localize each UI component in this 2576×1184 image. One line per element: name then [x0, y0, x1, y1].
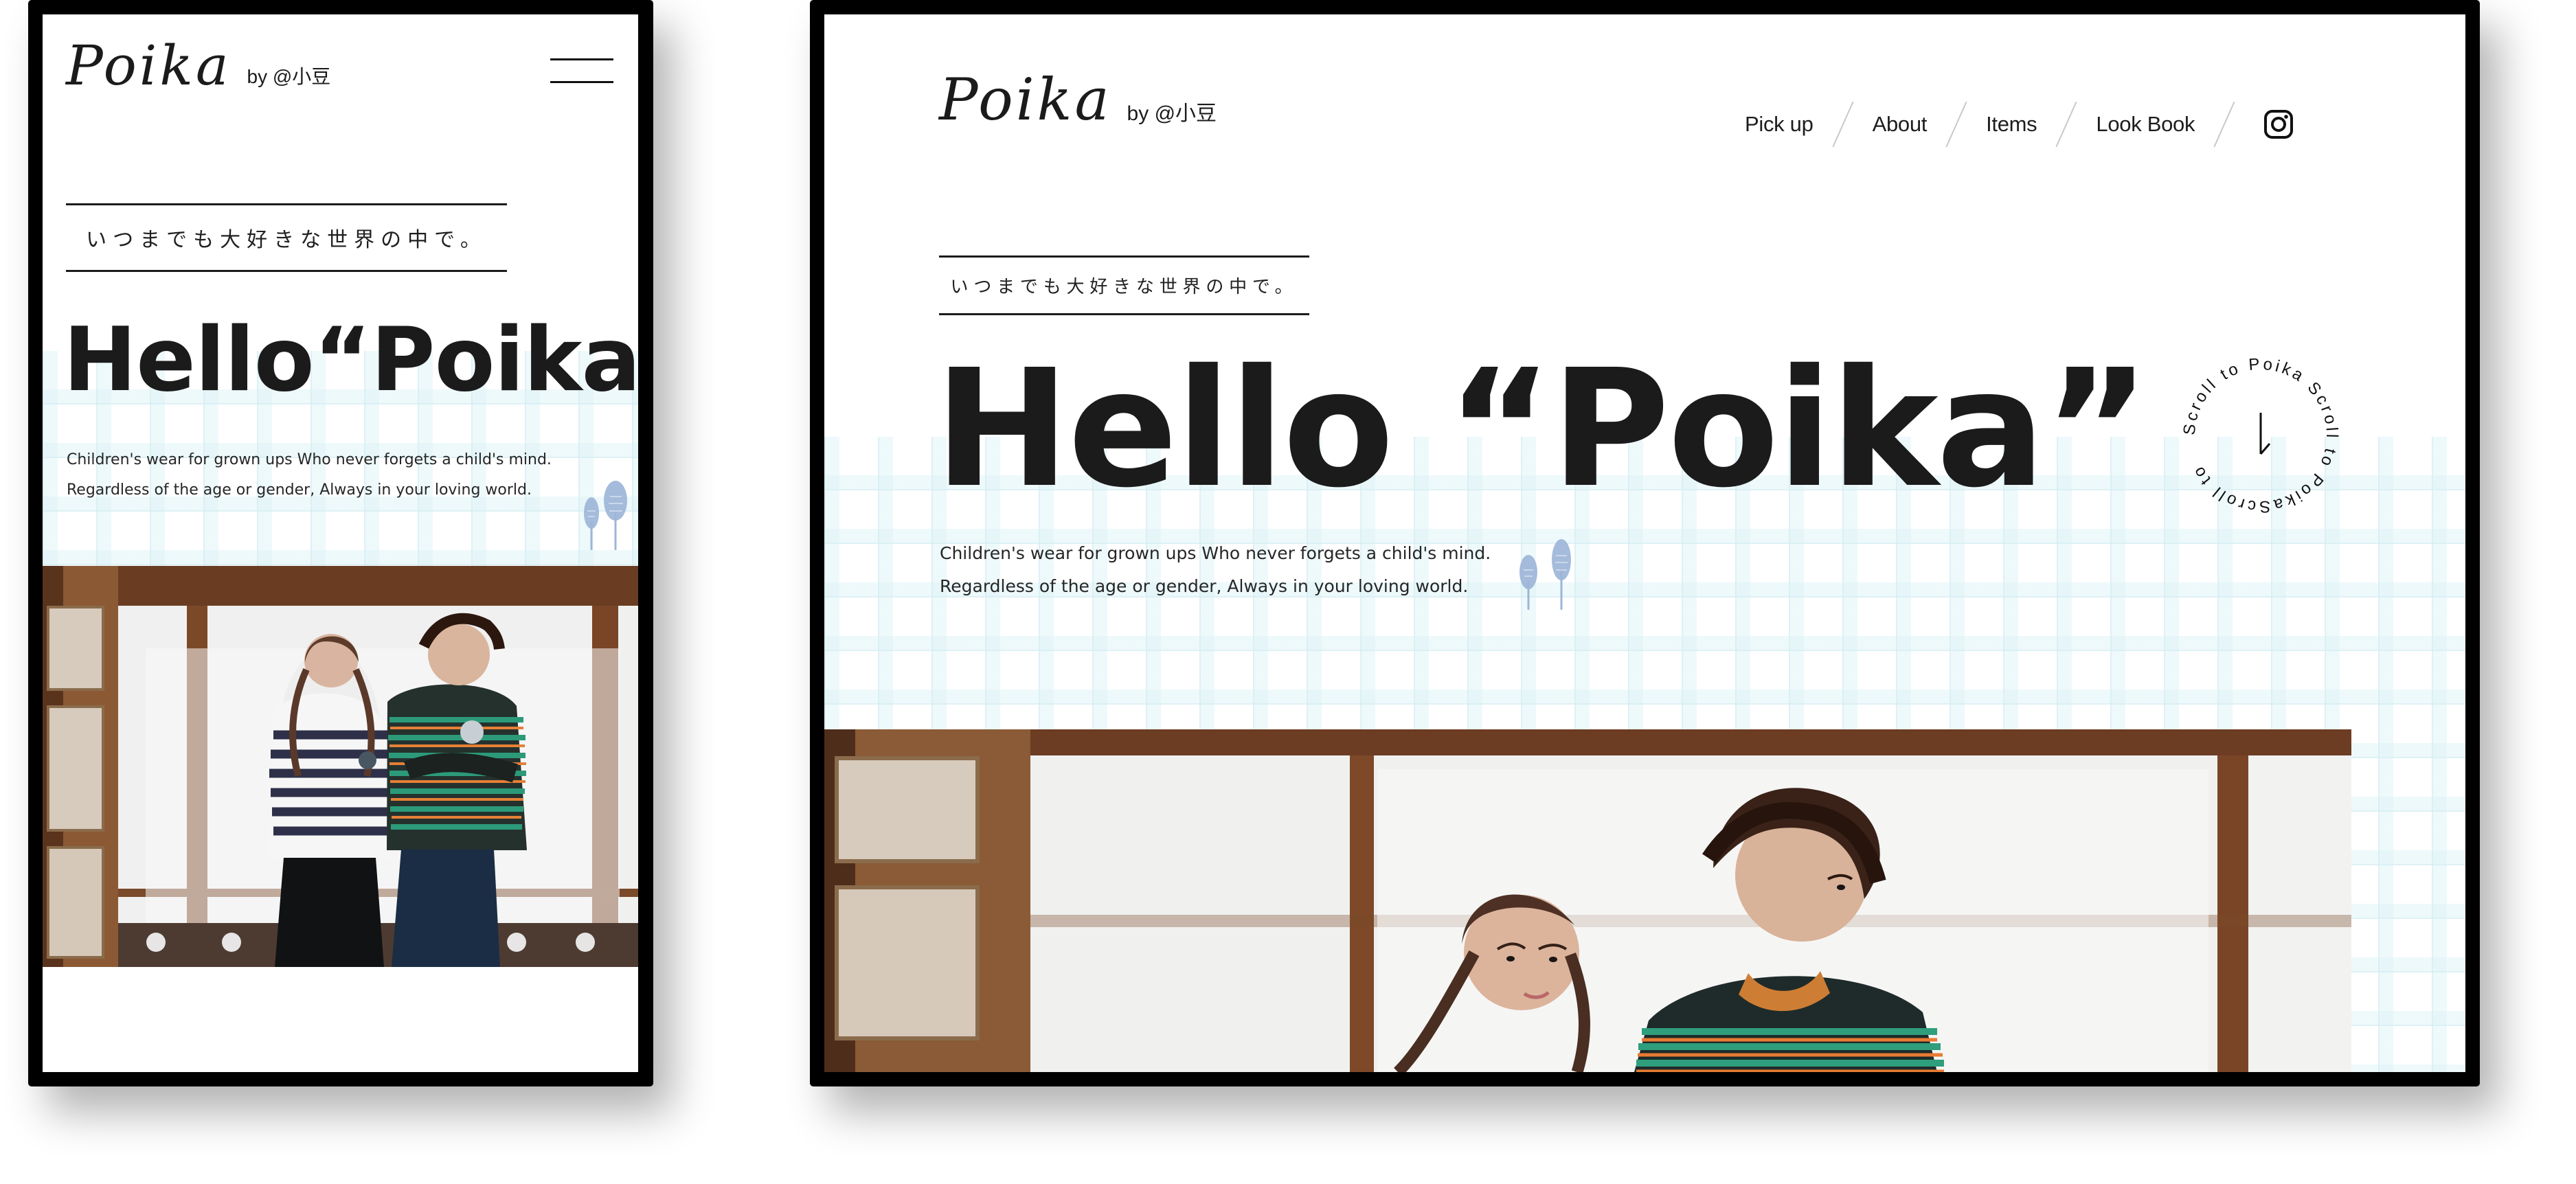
poika-logo: Poika: [939, 66, 1112, 133]
hero-photo-graphic: [824, 729, 2351, 1072]
hamburger-menu-icon[interactable]: [550, 58, 616, 83]
nav-lookbook-link[interactable]: Look Book: [2096, 112, 2195, 137]
main-navigation: Pick up About Items Look Book: [1745, 97, 2295, 152]
scroll-badge[interactable]: Scroll to Poika Scroll to PoikaScroll to: [2167, 342, 2354, 529]
tree-icon: [1519, 539, 1571, 610]
responsive-mockup: Poika by @小豆 いつまでも大好きな世界の中で。 Hello“Poika…: [0, 0, 2576, 1184]
menu-line: [550, 58, 613, 60]
nav-divider: [2213, 101, 2235, 148]
catchphrase-banner: いつまでも大好きな世界の中で。: [66, 203, 507, 272]
desktop-page: Poika by @小豆 Pick up About Items Look Bo…: [824, 14, 2465, 1072]
mobile-page: Poika by @小豆 いつまでも大好きな世界の中で。 Hello“Poika…: [43, 14, 638, 1072]
brand-author: by @小豆: [247, 66, 331, 87]
nav-items-link[interactable]: Items: [1986, 112, 2037, 137]
hero-intro: Children's wear for grown ups Who never …: [67, 445, 552, 505]
menu-line: [550, 81, 613, 83]
hero-photo: [824, 729, 2351, 1072]
hero-intro: Children's wear for grown ups Who never …: [940, 537, 1491, 603]
hero-photo-graphic: [43, 566, 638, 967]
nav-about-link[interactable]: About: [1873, 112, 1928, 137]
nav-pickup-link[interactable]: Pick up: [1745, 112, 1814, 137]
tree-icon: [584, 481, 627, 550]
brand-logo[interactable]: Poika by @小豆: [66, 38, 330, 93]
catchphrase-banner: いつまでも大好きな世界の中で。: [939, 255, 1309, 315]
nav-divider: [2055, 101, 2077, 148]
hero-headline: Hello “Poika”: [934, 334, 2150, 523]
arrow-down-icon: [2259, 413, 2271, 455]
page-lower-section: [43, 967, 638, 1072]
hero-photo: [43, 566, 638, 967]
brand-logo[interactable]: Poika by @小豆: [939, 71, 1217, 128]
brand-author: by @小豆: [1127, 102, 1217, 125]
intro-line: Regardless of the age or gender, Always …: [940, 576, 1469, 596]
intro-line: Children's wear for grown ups Who never …: [940, 543, 1491, 563]
nav-divider: [1945, 101, 1967, 148]
mobile-device-frame: Poika by @小豆 いつまでも大好きな世界の中で。 Hello“Poika…: [28, 0, 653, 1086]
desktop-device-frame: Poika by @小豆 Pick up About Items Look Bo…: [810, 0, 2480, 1086]
instagram-icon[interactable]: [2262, 108, 2295, 141]
nav-divider: [1832, 101, 1854, 148]
intro-line: Regardless of the age or gender, Always …: [67, 481, 532, 499]
poika-logo: Poika: [66, 34, 231, 98]
intro-line: Children's wear for grown ups Who never …: [67, 451, 552, 468]
hero-headline: Hello“Poika”: [63, 309, 638, 411]
